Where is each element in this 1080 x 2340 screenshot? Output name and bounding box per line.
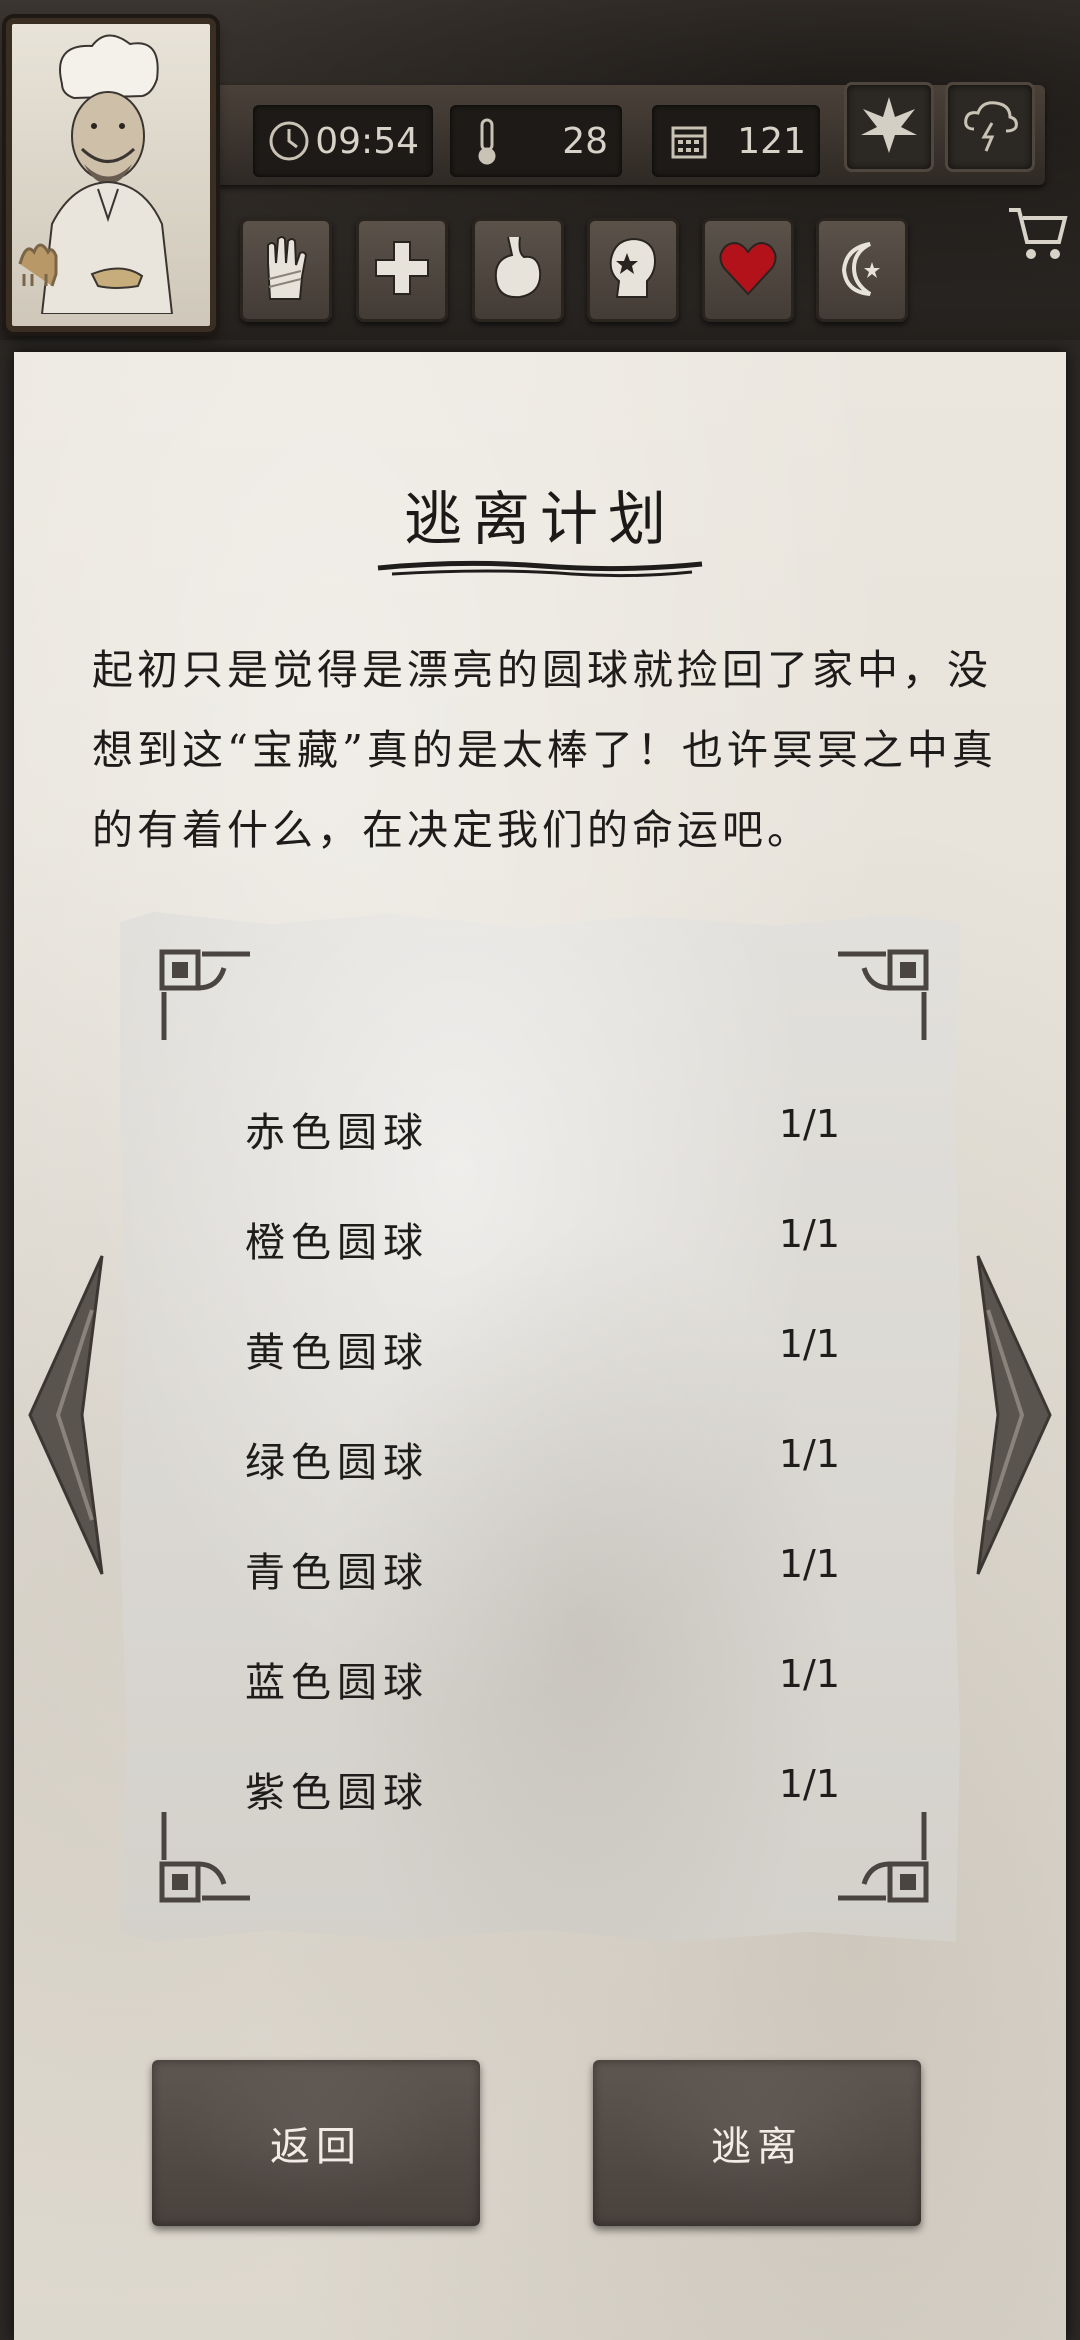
next-arrow-button[interactable] (968, 1250, 1058, 1580)
orb-count-green: 1/1 (778, 1432, 840, 1476)
orb-name-yellow: 黄色圆球 (245, 1330, 429, 1376)
category-sleep[interactable] (816, 218, 908, 322)
orb-name-red: 赤色圆球 (245, 1110, 429, 1156)
character-portrait[interactable] (6, 18, 216, 332)
orb-count-orange: 1/1 (778, 1212, 840, 1256)
leaf-button[interactable] (844, 82, 934, 172)
escape-button[interactable]: 逃离 (593, 2060, 921, 2226)
hand-bandage-icon (256, 233, 316, 307)
category-bandage[interactable] (240, 218, 332, 322)
orb-name-cyan: 青色圆球 (245, 1550, 429, 1596)
thermometer-icon (460, 114, 514, 168)
day-value: 121 (737, 120, 806, 162)
corner-ornament-top-left (159, 949, 250, 1040)
heart-icon (716, 238, 780, 302)
temperature-display: 28 (450, 105, 622, 177)
escape-button-label: 逃离 (711, 2124, 803, 2170)
panel-title: 逃离计划 (403, 485, 676, 553)
orb-count-purple: 1/1 (778, 1762, 840, 1806)
storm-icon (958, 93, 1022, 161)
panel-description: 起初只是觉得是漂亮的圆球就捡回了家中，没想到这“宝藏”真的是太棒了！也许冥冥之中… (92, 646, 997, 854)
category-health[interactable] (702, 218, 794, 322)
category-medical[interactable] (356, 218, 448, 322)
day-display: 121 (652, 105, 820, 177)
stomach-icon (488, 233, 548, 307)
leaf-icon (857, 93, 921, 161)
temperature-value: 28 (562, 120, 608, 162)
orb-count-red: 1/1 (778, 1102, 840, 1146)
orb-count-cyan: 1/1 (778, 1542, 840, 1586)
clock-value: 09:54 (315, 120, 419, 162)
orb-count-yellow: 1/1 (778, 1322, 840, 1366)
orb-name-green: 绿色圆球 (245, 1440, 429, 1486)
orb-name-blue: 蓝色圆球 (245, 1660, 429, 1706)
back-button[interactable]: 返回 (152, 2060, 480, 2226)
orb-name-purple: 紫色圆球 (245, 1770, 429, 1816)
calendar-icon (662, 114, 716, 168)
previous-arrow-button[interactable] (22, 1250, 112, 1580)
head-icon (603, 233, 663, 307)
orb-name-orange: 橙色圆球 (245, 1220, 429, 1266)
shop-button[interactable] (1005, 200, 1071, 270)
category-food[interactable] (472, 218, 564, 322)
clock-display: 09:54 (253, 105, 433, 177)
title-underline (377, 560, 703, 578)
back-button-label: 返回 (270, 2124, 362, 2170)
clock-icon (263, 114, 315, 168)
medical-cross-icon (372, 238, 432, 302)
orb-count-blue: 1/1 (778, 1652, 840, 1696)
category-mental[interactable] (587, 218, 679, 322)
corner-ornament-bottom-right (838, 1812, 929, 1903)
corner-ornament-top-right (838, 949, 929, 1040)
cart-icon (1005, 208, 1071, 270)
weather-button[interactable] (945, 82, 1035, 172)
corner-ornament-bottom-left (159, 1812, 250, 1903)
moon-icon (832, 238, 892, 302)
